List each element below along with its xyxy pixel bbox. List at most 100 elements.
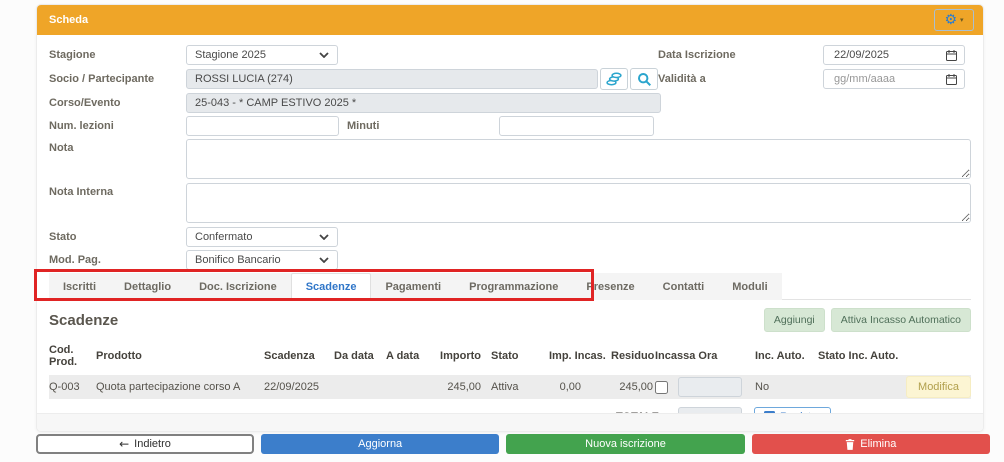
chevron-down-icon bbox=[319, 257, 329, 263]
stagione-select-value: Stagione 2025 bbox=[195, 49, 266, 61]
cell-cod-prod: Q-003 bbox=[49, 381, 96, 393]
stato-select[interactable]: Confermato bbox=[186, 227, 338, 247]
incassa-ora-checkbox[interactable] bbox=[655, 381, 668, 394]
corso-value: 25-043 - * CAMP ESTIVO 2025 * bbox=[195, 97, 356, 109]
card-header: Scheda ⚙ ▾ bbox=[37, 5, 983, 35]
incassa-ora-input[interactable] bbox=[678, 377, 742, 397]
col-incassa-ora: Incassa Ora bbox=[655, 350, 755, 362]
tab-bar: Iscritti Dettaglio Doc. Iscrizione Scade… bbox=[49, 273, 971, 300]
row-mod-pag: Mod. Pag. Bonifico Bancario bbox=[49, 250, 971, 270]
tabs: Iscritti Dettaglio Doc. Iscrizione Scade… bbox=[49, 273, 782, 300]
minuti-label: Minuti bbox=[339, 120, 499, 132]
cell-prodotto: Quota partecipazione corso A bbox=[96, 381, 264, 393]
tab-scadenze[interactable]: Scadenze bbox=[291, 273, 372, 300]
nuova-iscrizione-button[interactable]: Nuova iscrizione bbox=[506, 434, 744, 454]
mod-pag-select[interactable]: Bonifico Bancario bbox=[186, 250, 338, 270]
col-a-data: A data bbox=[386, 350, 433, 362]
col-da-data: Da data bbox=[334, 350, 386, 362]
validita-label: Validità a bbox=[658, 73, 823, 85]
aggiorna-label: Aggiorna bbox=[358, 438, 402, 450]
calendar-icon[interactable] bbox=[946, 50, 957, 61]
validita-input[interactable]: gg/mm/aaaa bbox=[823, 69, 965, 89]
tab-pagamenti[interactable]: Pagamenti bbox=[371, 273, 455, 300]
calendar-icon[interactable] bbox=[946, 74, 957, 85]
stato-select-value: Confermato bbox=[195, 231, 252, 243]
modifica-button[interactable]: Modifica bbox=[906, 376, 971, 398]
footer-action-bar: ← Indietro Aggiorna Nuova iscrizione Eli… bbox=[36, 434, 990, 454]
table-header-row: Cod. Prod. Prodotto Scadenza Da data A d… bbox=[49, 344, 971, 375]
elimina-button[interactable]: Elimina bbox=[752, 434, 990, 454]
card-footer bbox=[37, 413, 983, 431]
chevron-down-icon bbox=[319, 52, 329, 58]
nota-textarea[interactable] bbox=[186, 139, 971, 179]
elimina-label: Elimina bbox=[860, 438, 896, 450]
socio-payments-button[interactable] bbox=[600, 68, 628, 90]
row-stagione: Stagione Stagione 2025 Data Iscrizione 2… bbox=[49, 45, 971, 65]
cell-stato: Attiva bbox=[491, 381, 549, 393]
data-iscrizione-input[interactable]: 22/09/2025 bbox=[823, 45, 965, 65]
data-iscrizione-label: Data Iscrizione bbox=[658, 49, 823, 61]
row-num-lezioni: Num. lezioni Minuti bbox=[49, 116, 971, 136]
row-data-iscrizione: Data Iscrizione 22/09/2025 bbox=[658, 45, 971, 65]
minuti-input[interactable] bbox=[499, 116, 654, 136]
cell-importo: 245,00 bbox=[433, 381, 481, 393]
attiva-incasso-automatico-button[interactable]: Attiva Incasso Automatico bbox=[831, 308, 971, 332]
cell-scadenza: 22/09/2025 bbox=[264, 381, 334, 393]
scadenze-section-header: Scadenze Aggiungi Attiva Incasso Automat… bbox=[49, 308, 971, 332]
row-nota: Nota bbox=[49, 139, 971, 179]
nota-label: Nota bbox=[49, 139, 186, 154]
chevron-down-icon bbox=[319, 234, 329, 240]
stagione-label: Stagione bbox=[49, 49, 186, 61]
data-iscrizione-value: 22/09/2025 bbox=[834, 49, 889, 61]
tab-presenze[interactable]: Presenze bbox=[572, 273, 648, 300]
gear-icon: ⚙ bbox=[944, 13, 957, 27]
tab-doc-iscrizione[interactable]: Doc. Iscrizione bbox=[185, 273, 291, 300]
nuova-iscrizione-label: Nuova iscrizione bbox=[585, 438, 666, 450]
row-socio: Socio / Partecipante ROSSI LUCIA (274) V… bbox=[49, 68, 971, 90]
tab-contatti[interactable]: Contatti bbox=[649, 273, 719, 300]
mod-pag-select-value: Bonifico Bancario bbox=[195, 254, 281, 266]
col-imp-incas: Imp. Incas. bbox=[549, 350, 611, 362]
col-prodotto: Prodotto bbox=[96, 350, 264, 362]
nota-interna-textarea[interactable] bbox=[186, 183, 971, 223]
page-title: Scheda bbox=[49, 14, 88, 26]
tab-dettaglio[interactable]: Dettaglio bbox=[110, 273, 185, 300]
socio-value: ROSSI LUCIA (274) bbox=[195, 73, 293, 85]
aggiungi-button[interactable]: Aggiungi bbox=[764, 308, 825, 332]
stagione-select[interactable]: Stagione 2025 bbox=[186, 45, 338, 65]
cell-residuo: 245,00 bbox=[611, 381, 653, 393]
mod-pag-label: Mod. Pag. bbox=[49, 254, 186, 266]
stato-label: Stato bbox=[49, 231, 186, 243]
aggiorna-button[interactable]: Aggiorna bbox=[261, 434, 499, 454]
corso-label: Corso/Evento bbox=[49, 97, 186, 109]
back-arrow-icon: ← bbox=[119, 437, 129, 451]
scadenze-title: Scadenze bbox=[49, 312, 118, 329]
trash-icon bbox=[845, 439, 855, 450]
indietro-button[interactable]: ← Indietro bbox=[36, 434, 254, 454]
col-importo: Importo bbox=[433, 350, 481, 362]
num-lezioni-label: Num. lezioni bbox=[49, 120, 186, 132]
col-stato-inc-auto: Stato Inc. Auto. bbox=[818, 350, 903, 362]
nota-interna-label: Nota Interna bbox=[49, 183, 186, 198]
row-corso: Corso/Evento 25-043 - * CAMP ESTIVO 2025… bbox=[49, 93, 971, 113]
validita-placeholder: gg/mm/aaaa bbox=[834, 73, 895, 85]
col-stato: Stato bbox=[491, 350, 549, 362]
scadenze-actions: Aggiungi Attiva Incasso Automatico bbox=[764, 308, 971, 332]
row-validita: Validità a gg/mm/aaaa bbox=[658, 69, 971, 89]
settings-dropdown-button[interactable]: ⚙ ▾ bbox=[934, 9, 974, 31]
tab-moduli[interactable]: Moduli bbox=[718, 273, 781, 300]
row-stato: Stato Confermato bbox=[49, 227, 971, 247]
col-residuo: Residuo bbox=[611, 350, 653, 362]
socio-search-button[interactable] bbox=[630, 68, 658, 90]
indietro-label: Indietro bbox=[134, 438, 171, 450]
tab-iscritti[interactable]: Iscritti bbox=[49, 273, 110, 300]
scheda-card: Scheda ⚙ ▾ Stagione Stagione 2025 Data I… bbox=[36, 4, 984, 432]
col-inc-auto: Inc. Auto. bbox=[755, 350, 818, 362]
cell-imp-incas: 0,00 bbox=[549, 381, 611, 393]
search-icon bbox=[637, 72, 652, 87]
socio-field: ROSSI LUCIA (274) bbox=[186, 69, 598, 89]
cell-incassa-ora bbox=[655, 377, 755, 397]
num-lezioni-input[interactable] bbox=[186, 116, 339, 136]
tab-programmazione[interactable]: Programmazione bbox=[455, 273, 572, 300]
table-row: Q-003 Quota partecipazione corso A 22/09… bbox=[49, 375, 971, 399]
